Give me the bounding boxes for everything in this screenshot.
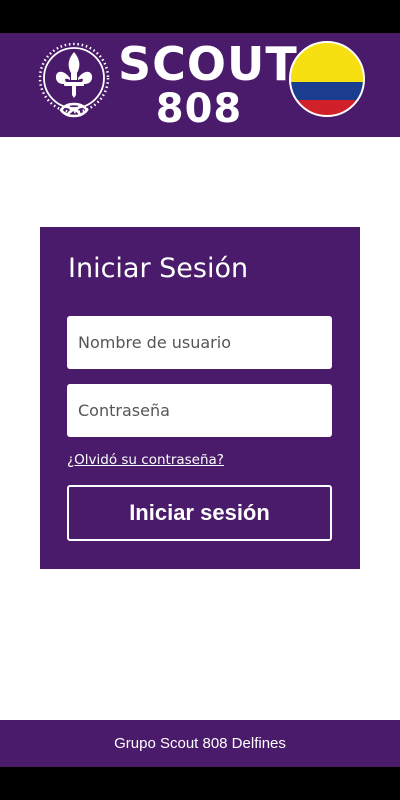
brand-number: 808 — [155, 86, 243, 132]
login-button[interactable]: Iniciar sesión — [67, 485, 332, 541]
password-input[interactable] — [67, 384, 332, 437]
login-title: Iniciar Sesión — [68, 253, 249, 284]
navigation-bar — [0, 767, 400, 800]
brand-title: SCOUT — [118, 37, 298, 91]
app-screen: SCOUT 808 Iniciar Sesión ¿Olvidó su cont… — [0, 0, 400, 800]
colombia-flag-icon — [289, 41, 365, 117]
username-input[interactable] — [67, 316, 332, 369]
footer-text: Grupo Scout 808 Delfines — [114, 735, 286, 752]
brand-logo: SCOUT 808 — [118, 37, 298, 132]
forgot-password-link[interactable]: ¿Olvidó su contraseña? — [67, 452, 224, 468]
footer: Grupo Scout 808 Delfines — [0, 720, 400, 767]
scout-fleur-de-lis-emblem-icon — [38, 42, 110, 118]
app-header: SCOUT 808 — [0, 33, 400, 137]
status-bar — [0, 0, 400, 33]
login-card: Iniciar Sesión ¿Olvidó su contraseña? In… — [40, 227, 360, 569]
